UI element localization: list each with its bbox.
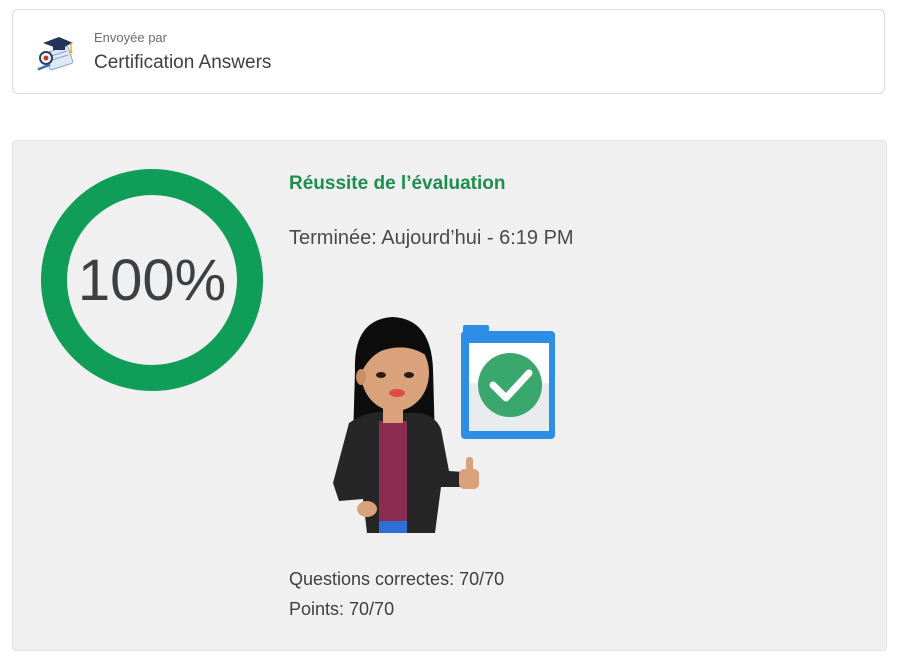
result-title: Réussite de l’évaluation bbox=[289, 173, 506, 194]
woman-thumbs-up-checklist-icon bbox=[333, 317, 555, 533]
sent-by-label: Envoyée par bbox=[94, 30, 167, 45]
points-score: Points: 70/70 bbox=[289, 599, 395, 619]
result-panel: 100% Réussite de l’évaluation Terminée: … bbox=[12, 140, 887, 651]
graduation-cap-logo-icon bbox=[37, 37, 74, 71]
sender-card: Envoyée par Certification Answers bbox=[12, 9, 885, 94]
score-percent: 100% bbox=[77, 247, 227, 313]
questions-correct: Questions correctes: 70/70 bbox=[289, 569, 505, 589]
sender-name[interactable]: Certification Answers bbox=[94, 52, 271, 74]
completed-timestamp: Terminée: Aujourd’hui - 6:19 PM bbox=[289, 227, 574, 249]
